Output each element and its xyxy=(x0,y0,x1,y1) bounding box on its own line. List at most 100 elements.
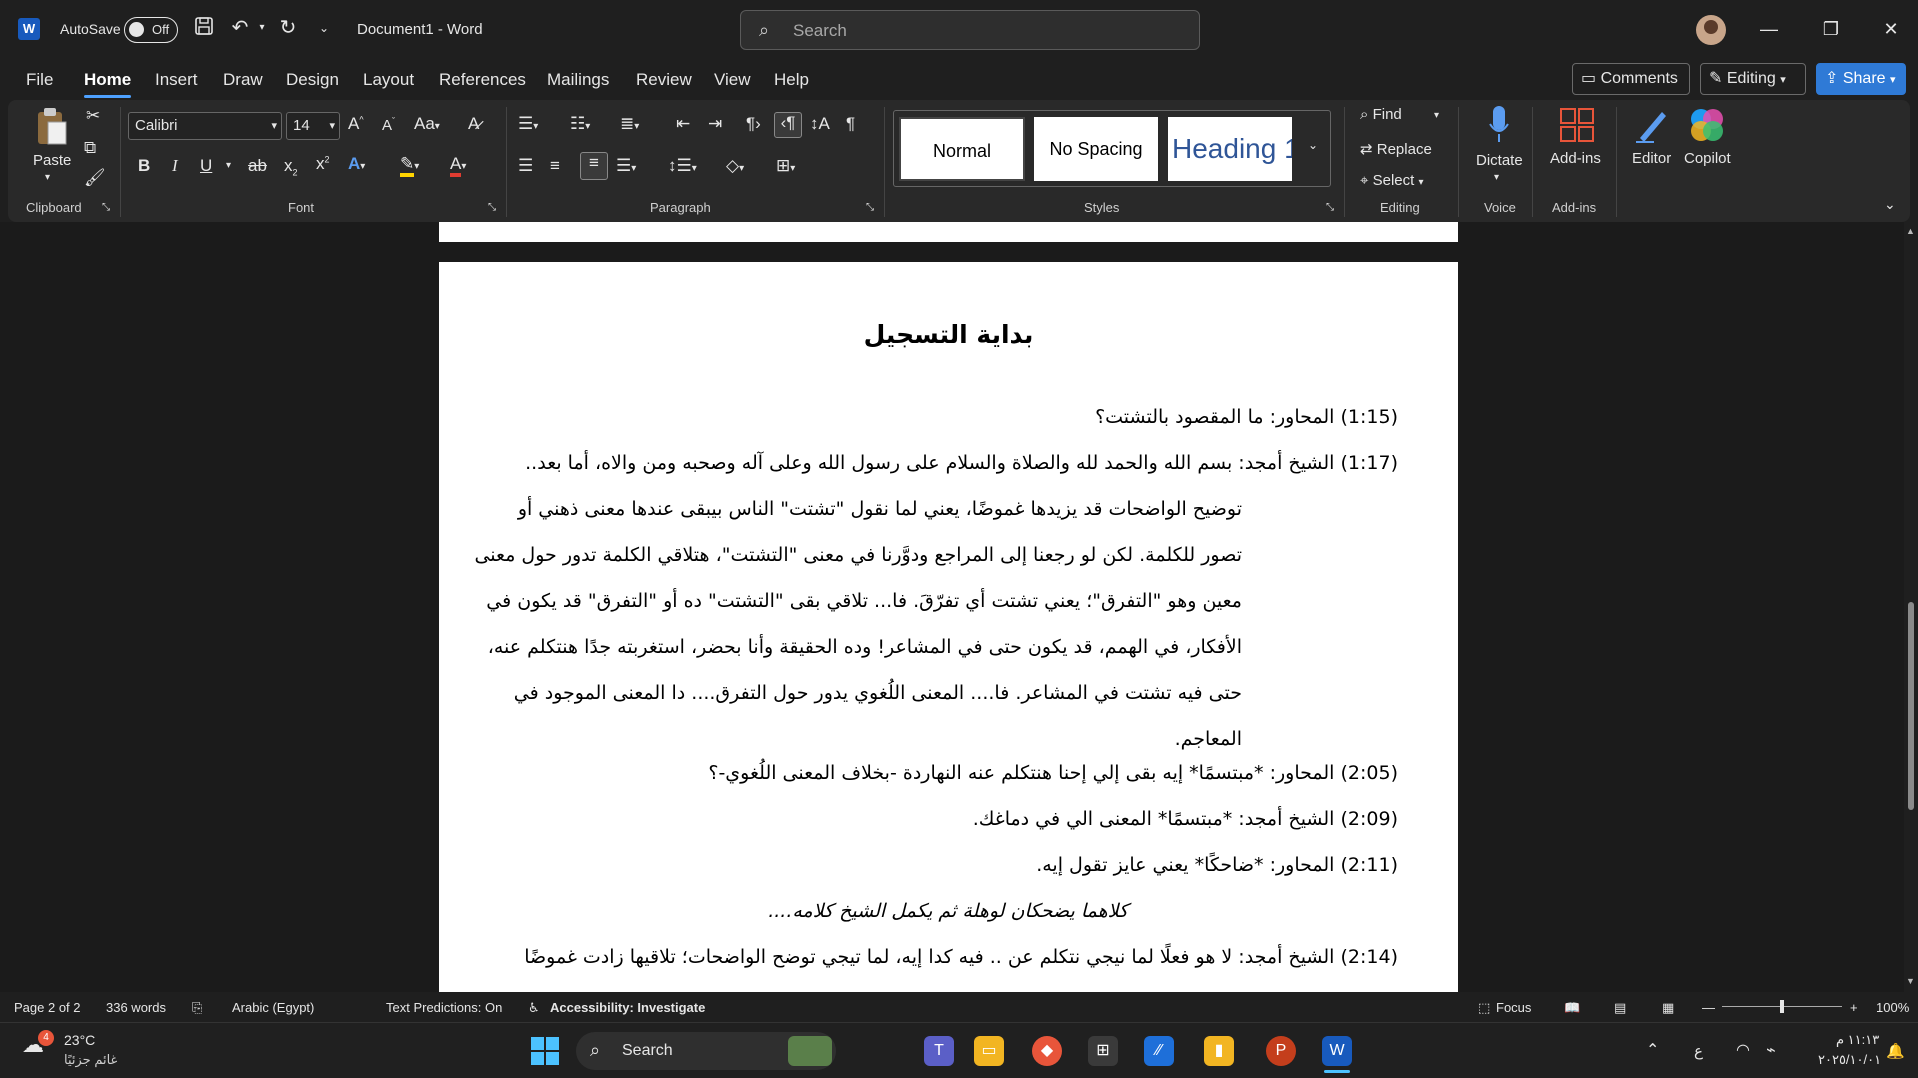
subscript-icon[interactable]: x2 xyxy=(284,156,298,177)
borders-icon[interactable]: ⊞▾ xyxy=(776,156,795,176)
rtl-icon[interactable]: ‹¶ xyxy=(774,112,802,138)
dialog-launcher-icon[interactable]: ⤡ xyxy=(102,202,110,213)
align-right-icon[interactable]: ≡ xyxy=(580,152,608,180)
strikethrough-icon[interactable]: ab xyxy=(248,156,267,176)
ltr-icon[interactable]: ¶› xyxy=(746,114,761,134)
highlight-icon[interactable]: ✎▾ xyxy=(400,154,419,177)
restore-button[interactable]: ❐ xyxy=(1816,14,1846,44)
editing-mode-button[interactable]: ✎ Editing ▾ xyxy=(1700,63,1806,95)
shrink-font-icon[interactable]: Aˇ xyxy=(382,116,395,134)
save-icon[interactable] xyxy=(192,16,216,40)
decrease-indent-icon[interactable]: ⇤ xyxy=(676,114,690,134)
grow-font-icon[interactable]: A^ xyxy=(348,114,364,134)
font-color-icon[interactable]: A▾ xyxy=(450,154,466,177)
tab-references[interactable]: References xyxy=(439,70,526,90)
comments-button[interactable]: ▭ Comments xyxy=(1572,63,1690,95)
multilevel-list-icon[interactable]: ≣▾ xyxy=(620,114,639,134)
style-normal[interactable]: Normal xyxy=(899,117,1025,181)
network-icon[interactable]: ⌁ xyxy=(1766,1040,1776,1060)
italic-icon[interactable]: I xyxy=(172,156,178,176)
tray-overflow-icon[interactable]: ⌃ xyxy=(1646,1040,1659,1060)
copilot-label[interactable]: Copilot xyxy=(1684,150,1731,167)
tab-review[interactable]: Review xyxy=(636,70,692,90)
copy-icon[interactable]: ⧉ xyxy=(84,138,96,158)
tab-mailings[interactable]: Mailings xyxy=(547,70,609,90)
tab-file[interactable]: File xyxy=(26,70,53,90)
justify-icon[interactable]: ☰▾ xyxy=(616,156,636,176)
focus-button[interactable]: Focus xyxy=(1496,1000,1531,1015)
add-ins-label[interactable]: Add-ins xyxy=(1550,150,1601,167)
chevron-down-icon[interactable]: ▾ xyxy=(1434,110,1439,121)
input-language[interactable]: ع xyxy=(1694,1042,1703,1060)
collapse-ribbon-icon[interactable]: ⌄ xyxy=(1884,196,1896,213)
text-predictions[interactable]: Text Predictions: On xyxy=(386,1000,502,1015)
search-box[interactable]: ⌕ Search xyxy=(740,10,1200,50)
teams-icon[interactable]: T xyxy=(924,1036,954,1066)
wifi-icon[interactable]: ◠ xyxy=(1736,1040,1750,1060)
align-center-icon[interactable]: ≡ xyxy=(550,156,560,176)
dialog-launcher-icon[interactable]: ⤡ xyxy=(866,202,874,213)
zoom-in-icon[interactable]: + xyxy=(1850,1000,1858,1015)
read-mode-icon[interactable]: 📖 xyxy=(1564,1000,1580,1016)
find-button[interactable]: ⌕ Find xyxy=(1360,106,1402,123)
scrollbar-thumb[interactable] xyxy=(1908,602,1914,810)
scroll-down-icon[interactable]: ▼ xyxy=(1906,976,1915,986)
cut-icon[interactable]: ✂ xyxy=(86,106,100,126)
taskbar-search[interactable]: ⌕ Search xyxy=(576,1032,836,1070)
align-left-icon[interactable]: ☰ xyxy=(518,156,533,176)
file-explorer-icon[interactable]: ▭ xyxy=(974,1036,1004,1066)
text-effects-icon[interactable]: A▾ xyxy=(348,154,365,174)
clock-time[interactable]: ١١:١٣ م xyxy=(1836,1032,1879,1048)
chevron-down-icon[interactable]: ▾ xyxy=(226,160,231,171)
customize-qat-icon[interactable]: ⌄ xyxy=(312,16,336,40)
underline-icon[interactable]: U xyxy=(200,156,212,176)
superscript-icon[interactable]: x2 xyxy=(316,154,330,174)
zoom-slider-thumb[interactable] xyxy=(1780,1000,1784,1013)
dictate-label[interactable]: Dictate xyxy=(1476,152,1523,169)
tab-design[interactable]: Design xyxy=(286,70,339,90)
editor-label[interactable]: Editor xyxy=(1632,150,1671,167)
tab-home[interactable]: Home xyxy=(84,70,132,98)
paste-icon[interactable] xyxy=(34,106,70,150)
shading-icon[interactable]: ◇▾ xyxy=(726,156,744,176)
dialog-launcher-icon[interactable]: ⤡ xyxy=(488,202,496,213)
power-bi-icon[interactable]: ▮ xyxy=(1204,1036,1234,1066)
language-label[interactable]: Arabic (Egypt) xyxy=(232,1000,314,1015)
numbering-icon[interactable]: ☷▾ xyxy=(570,114,590,134)
tab-draw[interactable]: Draw xyxy=(223,70,263,90)
select-button[interactable]: ⌖ Select ▾ xyxy=(1360,172,1424,189)
proofing-icon[interactable]: ⎘ xyxy=(192,1000,202,1016)
zoom-slider[interactable] xyxy=(1722,1000,1842,1013)
zoom-level[interactable]: 100% xyxy=(1876,1000,1909,1015)
undo-icon[interactable]: ↶ xyxy=(228,16,252,40)
web-layout-icon[interactable]: ▦ xyxy=(1662,1000,1674,1016)
change-case-icon[interactable]: Aa▾ xyxy=(414,114,440,134)
bold-icon[interactable]: B xyxy=(138,156,150,176)
sort-icon[interactable]: ↕A xyxy=(810,114,830,134)
show-formatting-icon[interactable]: ¶ xyxy=(846,114,855,134)
clear-formatting-icon[interactable]: A̷ xyxy=(468,114,479,134)
style-heading-1[interactable]: Heading 1 xyxy=(1168,117,1292,181)
font-size-combo[interactable]: 14 ▾ xyxy=(286,112,340,140)
share-button[interactable]: ⇪ Share ▾ xyxy=(1816,63,1906,95)
font-name-combo[interactable]: Calibri ▾ xyxy=(128,112,282,140)
powerpoint-icon[interactable]: P xyxy=(1266,1036,1296,1066)
increase-indent-icon[interactable]: ⇥ xyxy=(708,114,722,134)
word-taskbar-icon[interactable]: W xyxy=(1322,1036,1352,1066)
minimize-button[interactable]: — xyxy=(1754,14,1784,44)
tab-help[interactable]: Help xyxy=(774,70,809,90)
line-spacing-icon[interactable]: ↕☰▾ xyxy=(668,156,697,176)
editor-icon[interactable] xyxy=(1634,106,1670,149)
copilot-icon[interactable] xyxy=(1688,106,1726,149)
replace-button[interactable]: ⇄ Replace xyxy=(1360,140,1432,158)
style-no-spacing[interactable]: No Spacing xyxy=(1034,117,1158,181)
close-button[interactable]: ✕ xyxy=(1876,14,1906,44)
add-ins-icon[interactable] xyxy=(1560,108,1594,147)
app-icon[interactable]: ⁄⁄ xyxy=(1144,1036,1174,1066)
tab-view[interactable]: View xyxy=(714,70,751,90)
paste-label[interactable]: Paste xyxy=(33,152,71,169)
microsoft-store-icon[interactable]: ⊞ xyxy=(1088,1036,1118,1066)
tab-insert[interactable]: Insert xyxy=(155,70,198,90)
clock-date[interactable]: ٢٠٢٥/١٠/٠١ xyxy=(1818,1052,1881,1068)
page-count[interactable]: Page 2 of 2 xyxy=(14,1000,81,1015)
